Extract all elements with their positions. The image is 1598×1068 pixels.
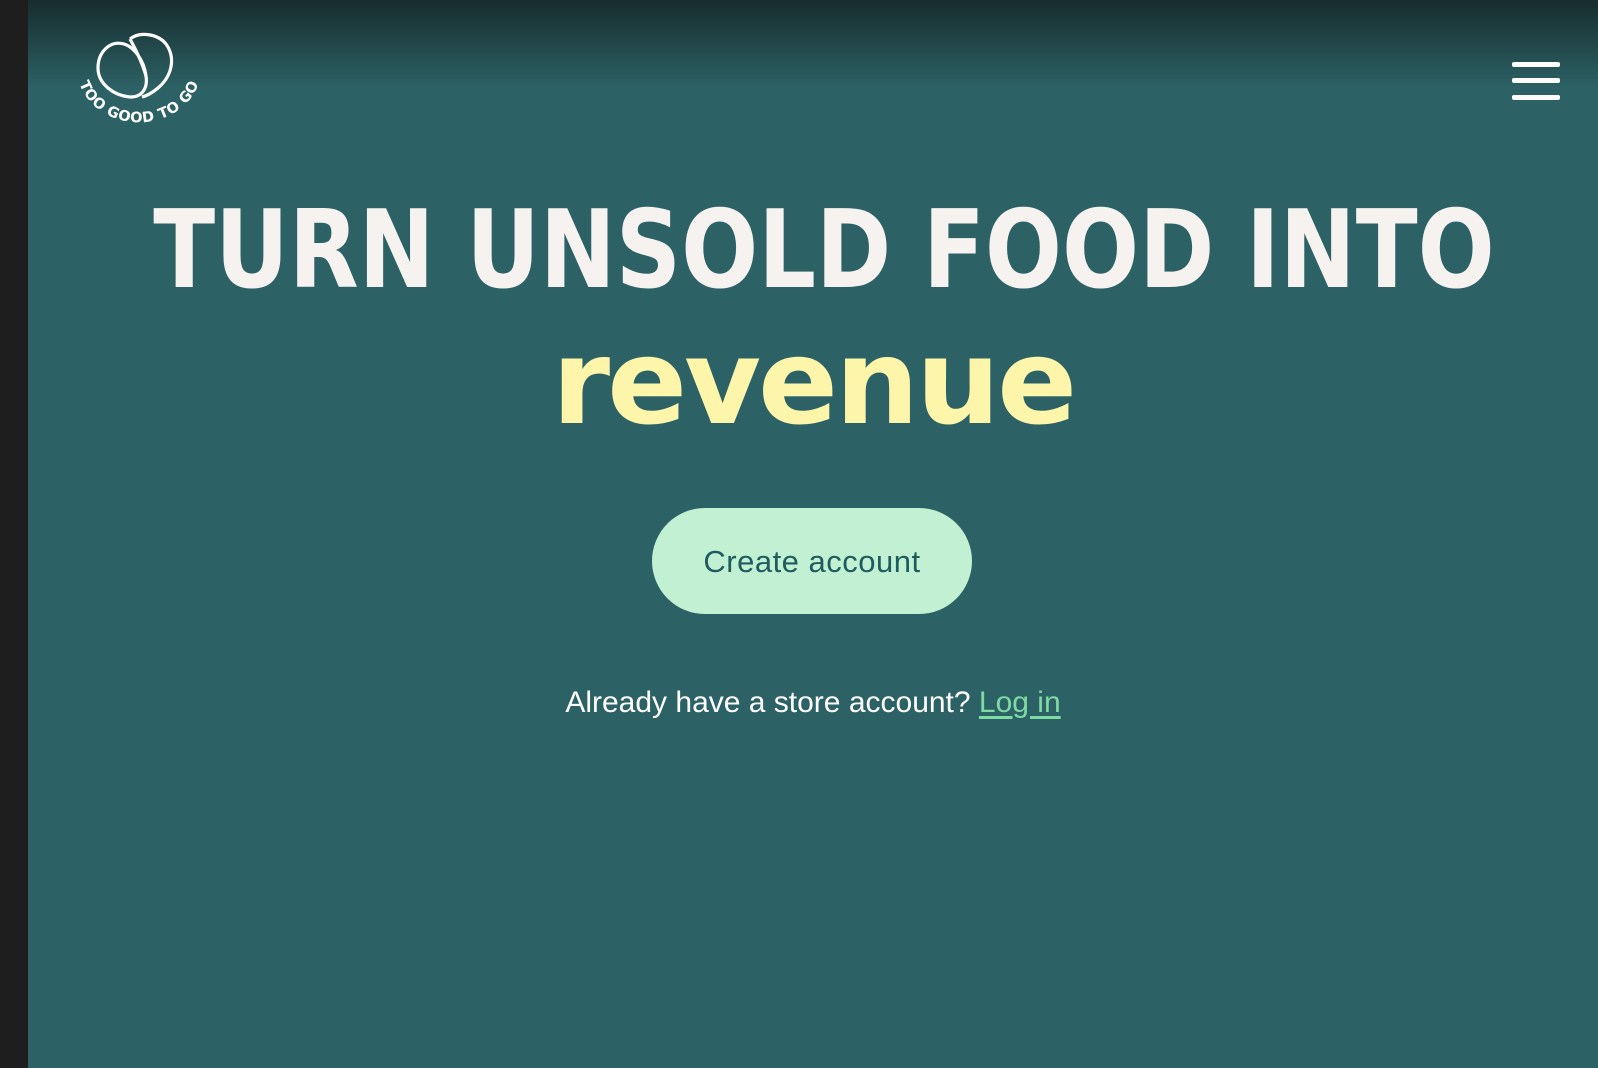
login-prompt-text: Already have a store account? — [565, 686, 979, 719]
login-link[interactable]: Log in — [979, 686, 1061, 719]
brand-logo[interactable]: TOO GOOD TO GO — [74, 30, 204, 134]
browser-frame: TOO GOOD TO GO TURN UNSOLD FOOD INTO rev… — [0, 0, 1598, 1068]
hamburger-menu-icon[interactable] — [1512, 62, 1560, 102]
hero-headline: TURN UNSOLD FOOD INTO — [153, 188, 1495, 313]
brand-wordmark: TOO GOOD TO GO — [76, 78, 203, 126]
login-prompt-row: Already have a store account? Log in — [28, 683, 1598, 723]
header-shade — [28, 0, 1598, 90]
landing-page: TOO GOOD TO GO TURN UNSOLD FOOD INTO rev… — [28, 0, 1598, 1068]
menu-bar — [1512, 78, 1560, 83]
menu-bar — [1512, 62, 1560, 67]
menu-bar — [1512, 95, 1560, 100]
create-account-button[interactable]: Create account — [652, 508, 972, 614]
hero-accent-word: revenue — [551, 313, 1077, 451]
heart-bag-logo-icon: TOO GOOD TO GO — [76, 32, 203, 127]
